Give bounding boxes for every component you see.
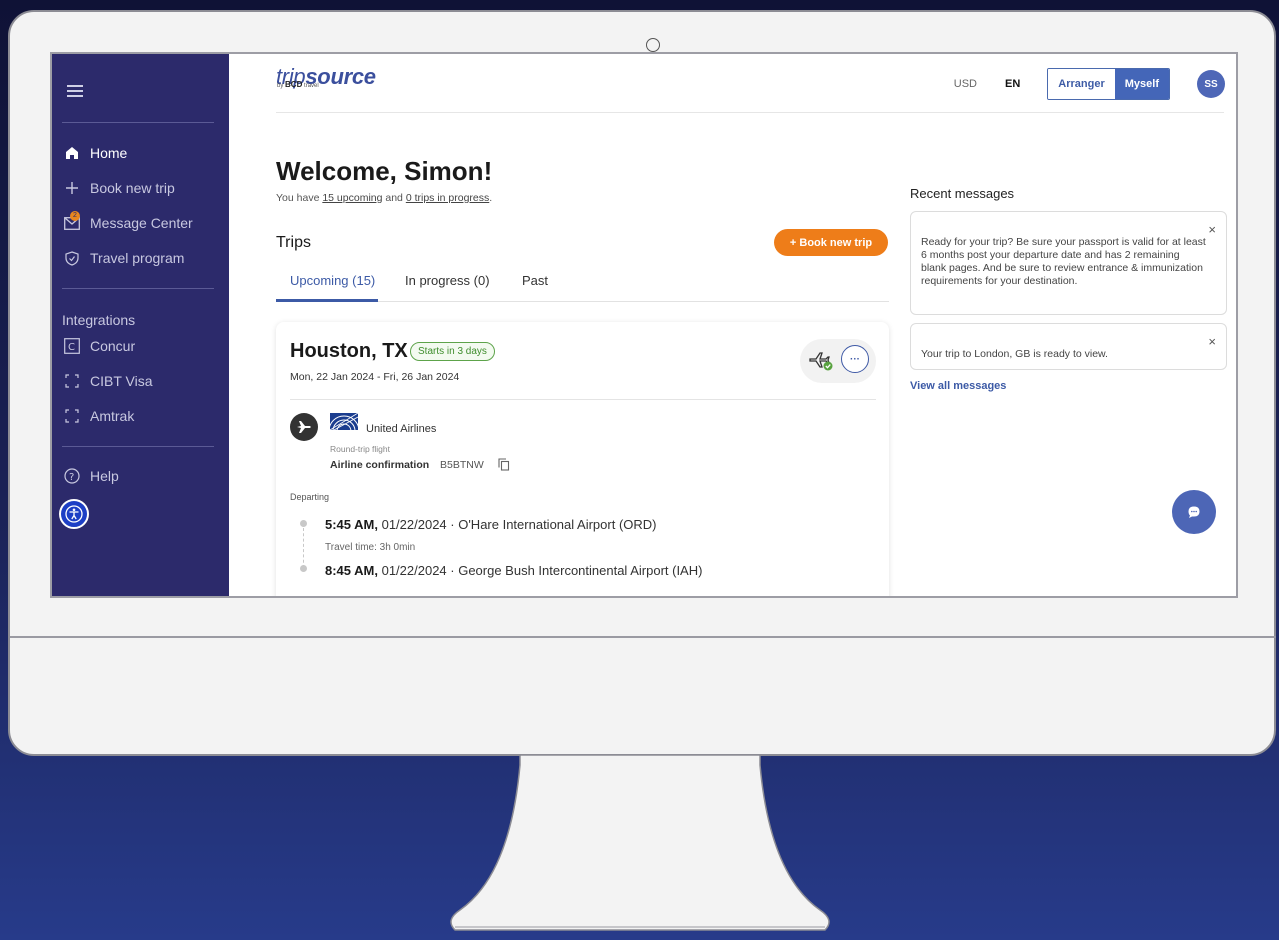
notification-badge: 2 [70, 210, 80, 221]
timeline-dot [300, 565, 307, 572]
sidebar-item-label: Travel program [90, 250, 185, 266]
close-icon[interactable]: × [1208, 222, 1216, 237]
sidebar-divider [62, 288, 214, 289]
monitor-chin-divider [10, 636, 1276, 638]
sidebar-item-help[interactable]: ? Help [62, 465, 119, 487]
recent-messages-heading: Recent messages [910, 186, 1015, 201]
home-icon [62, 146, 82, 160]
status-badge: Starts in 3 days [410, 342, 495, 361]
copy-icon[interactable] [498, 458, 510, 471]
concur-icon: C [62, 338, 82, 354]
active-tab-indicator [276, 299, 378, 302]
confirmation-label: Airline confirmation [330, 459, 430, 471]
sidebar-item-label: Amtrak [90, 408, 135, 424]
departure-leg: 5:45 AM, 01/22/2024 · O'Hare Internation… [325, 517, 657, 532]
header-divider [276, 112, 1224, 113]
in-progress-trips-link[interactable]: 0 trips in progress [406, 192, 489, 204]
frame-icon [62, 409, 82, 423]
timeline-dot [300, 520, 307, 527]
frame-icon [62, 374, 82, 388]
language-selector[interactable]: EN [1005, 78, 1020, 90]
trip-card[interactable]: Houston, TX Starts in 3 days Mon, 22 Jan… [276, 322, 889, 596]
sidebar: Home Book new trip 2 Message Center Trav… [52, 54, 229, 596]
header-controls: USD EN Arranger Myself SS [954, 68, 1236, 100]
message-text: Your trip to London, GB is ready to view… [921, 348, 1108, 360]
sidebar-item-label: Home [90, 145, 128, 161]
chat-icon [1188, 506, 1200, 518]
trips-heading: Trips [276, 234, 311, 251]
sidebar-item-message-center[interactable]: 2 Message Center [62, 210, 193, 234]
help-icon: ? [62, 468, 82, 484]
camera-icon [646, 38, 660, 52]
trip-summary: You have 15 upcoming and 0 trips in prog… [276, 192, 493, 204]
message-card[interactable]: × Ready for your trip? Be sure your pass… [910, 211, 1227, 315]
flight-icon [290, 413, 318, 441]
sidebar-item-home[interactable]: Home [62, 142, 127, 164]
sidebar-item-label: Concur [90, 338, 136, 354]
airline-name: United Airlines [366, 423, 437, 435]
sidebar-item-concur[interactable]: C Concur [62, 335, 135, 357]
trip-actions: ··· [800, 339, 876, 383]
bcd-travel-logo: by BCD travel [277, 80, 319, 89]
sidebar-item-travel-program[interactable]: Travel program [62, 247, 184, 269]
card-divider [290, 399, 876, 400]
plus-icon [62, 181, 82, 195]
message-text: Ready for your trip? Be sure your passpo… [921, 236, 1206, 287]
svg-text:C: C [68, 342, 75, 353]
trip-dates: Mon, 22 Jan 2024 - Fri, 26 Jan 2024 [290, 371, 460, 383]
sidebar-item-label: CIBT Visa [90, 373, 153, 389]
role-toggle: Arranger Myself [1047, 68, 1170, 100]
sidebar-item-label: Help [90, 468, 119, 484]
confirmation-code: B5BTNW [440, 459, 484, 471]
tab-upcoming[interactable]: Upcoming (15) [290, 273, 375, 288]
myself-button[interactable]: Myself [1114, 69, 1169, 99]
sidebar-item-cibt-visa[interactable]: CIBT Visa [62, 370, 153, 392]
book-new-trip-button[interactable]: + Book new trip [774, 229, 888, 256]
monitor-stand [450, 755, 830, 931]
timeline-line [303, 528, 304, 568]
page-title: Welcome, Simon! [276, 156, 493, 186]
integrations-heading: Integrations [62, 312, 136, 328]
sidebar-item-label: Book new trip [90, 180, 175, 196]
mail-icon: 2 [62, 210, 82, 230]
trip-tabs: Upcoming (15) In progress (0) Past [276, 264, 889, 302]
accessibility-button[interactable] [59, 499, 89, 529]
arrival-leg: 8:45 AM, 01/22/2024 · George Bush Interc… [325, 563, 703, 578]
accessibility-icon [65, 505, 83, 523]
chat-button[interactable] [1172, 490, 1216, 534]
travel-time: Travel time: 3h 0min [325, 542, 416, 553]
upcoming-trips-link[interactable]: 15 upcoming [322, 192, 382, 204]
flight-confirmed-icon [809, 352, 833, 371]
sidebar-divider [62, 446, 214, 447]
app-screen: Home Book new trip 2 Message Center Trav… [50, 52, 1238, 598]
sidebar-item-book-new-trip[interactable]: Book new trip [62, 177, 175, 199]
svg-text:?: ? [69, 472, 74, 483]
more-options-button[interactable]: ··· [841, 345, 869, 373]
departing-label: Departing [290, 492, 330, 502]
view-all-messages-link[interactable]: View all messages [910, 380, 1006, 392]
close-icon[interactable]: × [1208, 334, 1216, 349]
sidebar-item-amtrak[interactable]: Amtrak [62, 405, 134, 427]
tab-past[interactable]: Past [522, 273, 548, 288]
sidebar-divider [62, 122, 214, 123]
flight-type: Round-trip flight [330, 444, 391, 454]
shield-icon [62, 250, 82, 266]
avatar[interactable]: SS [1197, 70, 1225, 98]
arranger-button[interactable]: Arranger [1048, 69, 1115, 99]
main-content: tripsource by BCD travel USD EN Arranger… [229, 54, 1236, 596]
currency-selector[interactable]: USD [954, 78, 977, 90]
menu-icon[interactable] [67, 85, 83, 97]
sidebar-item-label: Message Center [90, 215, 193, 231]
tab-in-progress[interactable]: In progress (0) [405, 273, 490, 288]
trip-destination: Houston, TX [290, 340, 408, 362]
united-airlines-logo [330, 413, 358, 430]
message-card[interactable]: × Your trip to London, GB is ready to vi… [910, 323, 1227, 370]
